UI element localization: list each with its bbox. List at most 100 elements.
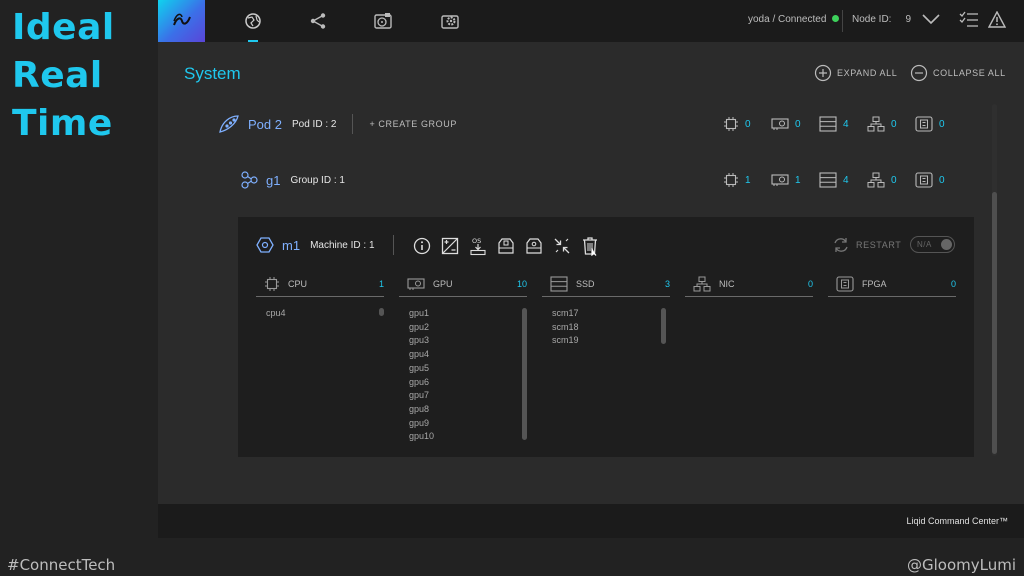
expand-all-label: EXPAND ALL: [837, 68, 898, 78]
os-install-icon: OS: [470, 237, 486, 256]
product-name: Liqid Command Center™: [906, 516, 1008, 526]
group-ssd-value: 4: [843, 174, 849, 186]
nav-share[interactable]: [293, 0, 343, 42]
create-group-button[interactable]: + CREATE GROUP: [369, 119, 457, 129]
slide-title-line: Ideal: [12, 7, 115, 48]
gpu-list-scrollbar[interactable]: [522, 308, 527, 440]
fpga-column-header[interactable]: FPGA 0: [828, 271, 956, 297]
list-item[interactable]: gpu9: [409, 417, 527, 431]
machine-collapse-button[interactable]: [548, 235, 576, 257]
app-window: yoda / Connected Node ID: 9 System EXPAN…: [158, 0, 1024, 538]
list-item[interactable]: scm18: [552, 321, 670, 335]
list-item[interactable]: gpu4: [409, 348, 527, 362]
chevron-down-icon: [922, 14, 940, 25]
fpga-icon: [836, 275, 854, 292]
machine-delete-button[interactable]: [576, 235, 604, 257]
pod-cpu-count: 0: [723, 116, 771, 132]
cpu-column: CPU 1 cpu4: [256, 271, 384, 321]
gpu-icon: [771, 174, 789, 186]
machine-compose-button[interactable]: [436, 235, 464, 257]
machine-header[interactable]: m1 Machine ID : 1: [256, 233, 410, 257]
pod-name[interactable]: Pod 2: [248, 117, 282, 132]
content-scrollbar[interactable]: [992, 104, 997, 456]
list-item[interactable]: gpu10: [409, 430, 527, 444]
list-item[interactable]: gpu1: [409, 307, 527, 321]
content-scrollbar-thumb[interactable]: [992, 192, 997, 454]
pod-ssd-count: 4: [819, 116, 867, 132]
nic-column-header[interactable]: NIC 0: [685, 271, 813, 297]
info-icon: [413, 237, 431, 255]
list-item[interactable]: gpu3: [409, 334, 527, 348]
pod-ssd-value: 4: [843, 118, 849, 130]
list-item[interactable]: cpu4: [266, 307, 384, 321]
gpu-column-label: GPU: [433, 278, 453, 289]
node-id-value: 9: [905, 14, 912, 25]
warning-icon: [987, 10, 1007, 28]
list-item[interactable]: gpu7: [409, 389, 527, 403]
node-dropdown[interactable]: [921, 12, 941, 31]
group-fpga-value: 0: [939, 174, 945, 186]
group-row[interactable]: g1 Group ID : 1: [240, 167, 345, 193]
top-bar: yoda / Connected Node ID: 9: [158, 0, 1024, 42]
ssd-column: SSD 3 scm17 scm18 scm19: [542, 271, 670, 348]
pod-gpu-value: 0: [795, 118, 801, 130]
logo-button[interactable]: [158, 0, 205, 42]
list-item[interactable]: gpu8: [409, 403, 527, 417]
list-item[interactable]: gpu2: [409, 321, 527, 335]
cpu-icon: [724, 173, 738, 187]
expand-all-button[interactable]: EXPAND ALL: [814, 64, 897, 82]
compose-icon: [441, 237, 459, 255]
ssd-list-scrollbar[interactable]: [661, 308, 666, 344]
network-icon: [693, 276, 711, 291]
machine-os-button[interactable]: OS: [464, 235, 492, 257]
fpga-column-label: FPGA: [862, 278, 887, 289]
cpu-list-scrollbar[interactable]: [379, 308, 384, 316]
group-ssd-count: 4: [819, 172, 867, 188]
cpu-icon: [724, 117, 738, 131]
list-item[interactable]: gpu5: [409, 362, 527, 376]
list-item[interactable]: scm17: [552, 307, 670, 321]
machine-bios-button[interactable]: [492, 235, 520, 257]
node-id: Node ID: 9: [852, 14, 911, 25]
plus-circle-icon: [814, 64, 832, 82]
restart-button[interactable]: RESTART: [832, 237, 901, 253]
gpu-column: GPU 10 gpu1 gpu2 gpu3 gpu4 gpu5 gpu6 gpu…: [399, 271, 527, 444]
group-id: Group ID : 1: [290, 174, 345, 186]
slide-title-line: Time: [12, 103, 113, 144]
toggle-knob[interactable]: [941, 239, 952, 250]
cpu-column-header[interactable]: CPU 1: [256, 271, 384, 297]
gpu-icon: [771, 118, 789, 130]
list-item[interactable]: gpu6: [409, 376, 527, 390]
pod-resource-counts: 0 0 4 0 0: [723, 116, 963, 132]
power-toggle[interactable]: N/A: [910, 236, 955, 253]
connection-text: yoda / Connected: [748, 14, 827, 25]
server-upload-icon: [498, 238, 514, 254]
nav-configuration[interactable]: [425, 0, 475, 42]
machine-toolbar: OS: [408, 235, 604, 257]
task-list-button[interactable]: [959, 11, 979, 34]
machine-firmware-button[interactable]: [520, 235, 548, 257]
nic-column: NIC 0: [685, 271, 813, 297]
pod-nic-value: 0: [891, 118, 897, 130]
group-nodes-icon: [241, 171, 258, 189]
nav-globe[interactable]: [228, 0, 278, 42]
gpu-column-header[interactable]: GPU 10: [399, 271, 527, 297]
machine-name[interactable]: m1: [282, 238, 300, 253]
nav-storage[interactable]: [358, 0, 408, 42]
footer-bar: Liqid Command Center™: [158, 504, 1024, 538]
cpu-icon: [265, 276, 279, 291]
alerts-button[interactable]: [987, 10, 1007, 33]
gpu-column-count: 10: [516, 278, 527, 289]
fpga-icon: [915, 172, 933, 188]
list-item[interactable]: scm19: [552, 334, 670, 348]
cpu-column-count: 1: [378, 278, 384, 289]
network-icon: [867, 172, 885, 188]
collapse-all-button[interactable]: COLLAPSE ALL: [910, 64, 1006, 82]
restart-label: RESTART: [856, 240, 902, 250]
group-name[interactable]: g1: [266, 173, 280, 188]
trash-icon: [583, 237, 597, 256]
cpu-list: cpu4: [256, 297, 384, 321]
machine-info-button[interactable]: [408, 235, 436, 257]
ssd-column-header[interactable]: SSD 3: [542, 271, 670, 297]
pod-row[interactable]: Pod 2 Pod ID : 2 + CREATE GROUP: [218, 111, 457, 137]
